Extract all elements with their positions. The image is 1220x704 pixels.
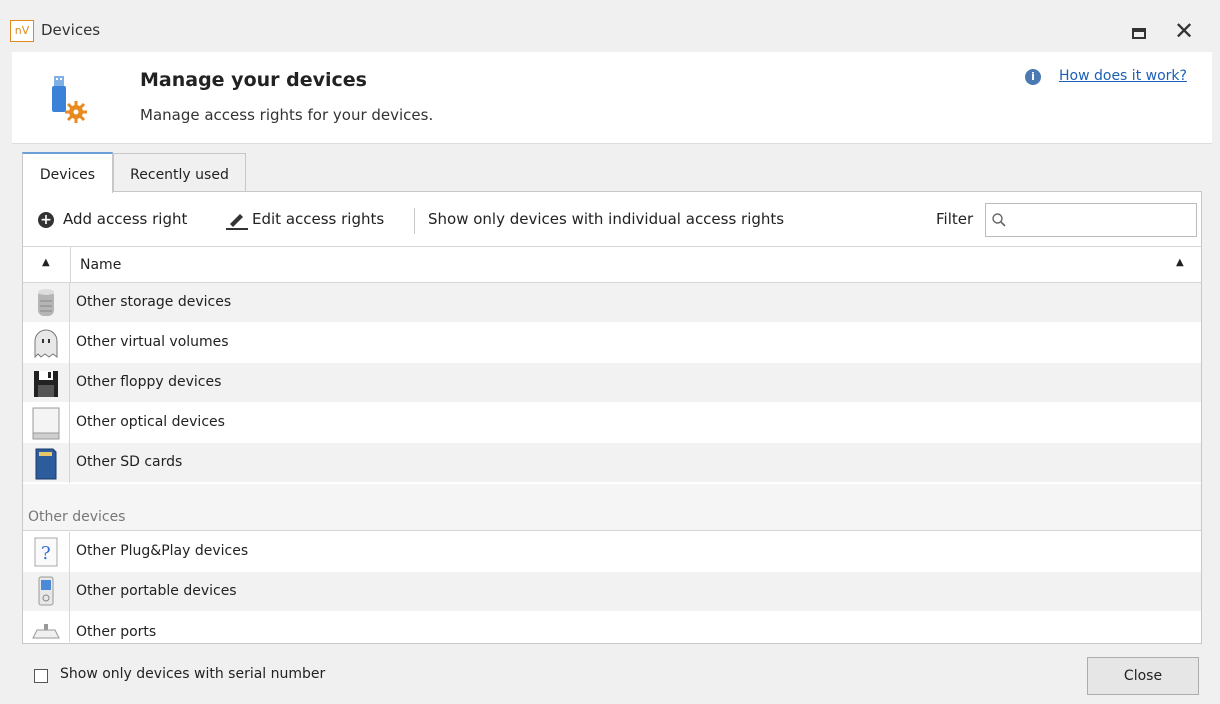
group-label: Other devices (28, 509, 126, 525)
device-row[interactable]: Other floppy devices (23, 363, 1201, 403)
sort-up-icon[interactable]: ▲ (1176, 257, 1184, 268)
maximize-button[interactable] (1132, 28, 1146, 39)
column-separator (70, 246, 71, 283)
optical-drive-icon (32, 407, 60, 440)
port-icon (32, 624, 60, 639)
device-row[interactable]: Other portable devices (23, 572, 1201, 612)
device-row-label: Other virtual volumes (76, 334, 229, 350)
device-row[interactable]: Other storage devices (23, 283, 1201, 323)
svg-text:?: ? (41, 543, 51, 564)
serial-number-checkbox-label[interactable]: Show only devices with serial number (60, 666, 325, 682)
sort-up-icon[interactable]: ▲ (42, 257, 50, 268)
portable-device-icon (38, 576, 54, 606)
filter-input[interactable] (985, 203, 1197, 237)
page-title: Manage your devices (140, 69, 367, 91)
floppy-icon (34, 371, 58, 397)
column-header-name[interactable]: Name (80, 257, 121, 273)
filter-label: Filter (936, 210, 974, 228)
add-access-right-button[interactable]: Add access right (63, 210, 187, 228)
window-title: Devices (41, 21, 101, 39)
info-icon: i (1025, 69, 1041, 85)
question-icon: ? (34, 537, 58, 567)
close-button[interactable]: Close (1087, 657, 1199, 695)
show-only-individual-button[interactable]: Show only devices with individual access… (428, 210, 784, 228)
ghost-icon (34, 329, 58, 359)
device-row-label: Other optical devices (76, 414, 225, 430)
grid-header (23, 246, 1201, 283)
device-row-label: Other floppy devices (76, 374, 222, 390)
device-row-label: Other ports (76, 624, 157, 640)
title-bar (0, 0, 1220, 52)
help-link[interactable]: How does it work? (1059, 68, 1187, 84)
tab-recently-used[interactable]: Recently used (113, 153, 246, 191)
usb-gear-icon (52, 76, 87, 123)
header-banner: Manage your devices Manage access rights… (12, 52, 1212, 144)
device-row-label: Other Plug&Play devices (76, 543, 249, 559)
device-row[interactable]: Other optical devices (23, 403, 1201, 443)
device-row[interactable]: ? Other Plug&Play devices (23, 532, 1201, 572)
page-subtitle: Manage access rights for your devices. (140, 106, 434, 124)
sd-card-icon (35, 448, 57, 480)
tab-devices[interactable]: Devices (22, 152, 113, 193)
pencil-icon (226, 214, 248, 230)
device-row[interactable]: Other ports (23, 612, 1201, 643)
device-row[interactable]: Other virtual volumes (23, 323, 1201, 363)
device-row-label: Other portable devices (76, 583, 237, 599)
serial-number-checkbox[interactable] (34, 669, 48, 683)
search-icon (992, 213, 1006, 227)
device-row[interactable]: Other SD cards (23, 443, 1201, 483)
storage-icon (38, 289, 54, 316)
add-icon: + (38, 212, 54, 228)
toolbar-separator (414, 208, 415, 234)
device-row-label: Other SD cards (76, 454, 183, 470)
edit-access-rights-button[interactable]: Edit access rights (252, 210, 384, 228)
app-logo: nV (10, 20, 34, 42)
device-row-label: Other storage devices (76, 294, 232, 310)
group-header: Other devices (23, 484, 1201, 531)
close-window-button[interactable]: ✕ (1174, 17, 1194, 45)
